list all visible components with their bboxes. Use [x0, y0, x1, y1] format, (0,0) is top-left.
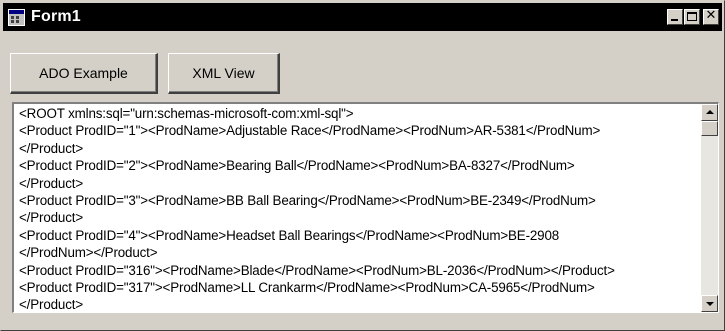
text-line: <ROOT xmlns:sql="urn:schemas-microsoft-c… — [19, 106, 354, 121]
scroll-down-button[interactable] — [701, 295, 718, 312]
minimize-icon — [671, 19, 678, 21]
form-icon[interactable] — [8, 8, 25, 26]
title-bar[interactable]: Form1 ✕ — [3, 3, 722, 31]
text-line: </Product> — [19, 297, 84, 313]
maximize-button[interactable] — [684, 9, 700, 25]
text-line: </ProdNum></Product> — [19, 245, 158, 261]
text-line: <Product ProdID="1"><ProdName>Adjustable… — [19, 123, 601, 139]
text-line: <Product ProdID="317"><ProdName>LL Crank… — [19, 279, 595, 295]
text-line: </Product> — [19, 175, 84, 191]
close-button[interactable]: ✕ — [703, 8, 719, 25]
xml-output-textbox[interactable]: <ROOT xmlns:sql="urn:schemas-microsoft-c… — [12, 102, 719, 313]
text-line: <Product ProdID="2"><ProdName>Bearing Ba… — [19, 158, 575, 174]
maximize-icon — [687, 12, 697, 21]
text-line: <Product ProdID="3"><ProdName>BB Ball Be… — [19, 192, 596, 208]
form1-window: Form1 ✕ ADO Example XML View <ROOT xmlns… — [0, 0, 725, 331]
scroll-up-button[interactable] — [701, 104, 718, 121]
text-line: </Product> — [19, 140, 84, 156]
minimize-button[interactable] — [667, 9, 683, 25]
scroll-down-arrow-icon — [706, 302, 714, 306]
scroll-up-arrow-icon — [706, 110, 714, 114]
scroll-thumb[interactable] — [701, 121, 718, 136]
ado-example-button[interactable]: ADO Example — [10, 53, 158, 94]
window-title: Form1 — [31, 8, 81, 25]
text-line: </Product> — [19, 210, 84, 226]
xml-view-button[interactable]: XML View — [168, 53, 280, 94]
close-icon: ✕ — [705, 8, 717, 23]
caption-buttons: ✕ — [666, 8, 719, 25]
vertical-scrollbar[interactable] — [701, 104, 718, 312]
text-line: <Product ProdID="316"><ProdName>Blade</P… — [19, 262, 615, 278]
text-line: <Product ProdID="4"><ProdName>Headset Ba… — [19, 227, 560, 243]
xml-output-text: <ROOT xmlns:sql="urn:schemas-microsoft-c… — [19, 105, 699, 313]
